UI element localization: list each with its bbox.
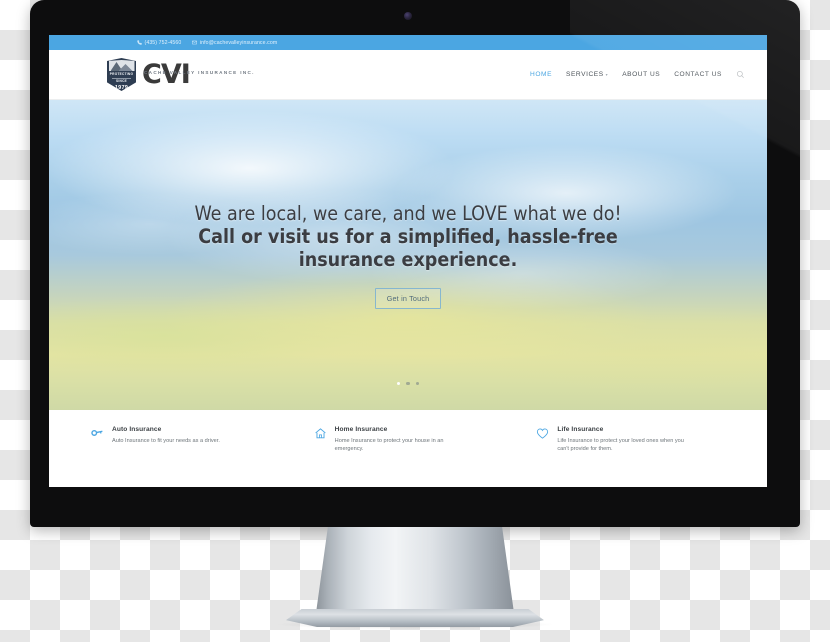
service-title-auto: Auto Insurance: [112, 426, 162, 433]
services-section: Auto Insurance Auto Insurance to fit you…: [49, 410, 767, 487]
slider-dot-2[interactable]: [406, 381, 410, 385]
service-desc-auto: Auto Insurance to fit your needs as a dr…: [112, 437, 220, 444]
get-in-touch-button[interactable]: Get in Touch: [374, 287, 442, 309]
service-card-life[interactable]: Life Insurance Life Insurance to protect…: [536, 426, 737, 487]
monitor-screen: (435) 752-4560 info@cachevalleyinsurance…: [49, 35, 767, 487]
email-link[interactable]: info@cachevalleyinsurance.com: [192, 40, 277, 46]
site-header: PROTECTING SINCE 1979 CVI CACHE VALLEY I…: [49, 50, 767, 100]
service-desc-home: Home Insurance to protect your house in …: [334, 437, 444, 453]
monitor-stand-base: [286, 609, 544, 627]
slider-dot-1[interactable]: [396, 381, 401, 385]
service-card-home[interactable]: Home Insurance Home Insurance to protect…: [314, 426, 515, 487]
monitor-frame: (435) 752-4560 info@cachevalleyinsurance…: [30, 0, 800, 527]
nav-item-home[interactable]: HOME: [530, 71, 552, 78]
logo-tagline: CACHE VALLEY INSURANCE INC.: [144, 70, 255, 75]
monitor-stand-neck: [316, 527, 514, 613]
wordmark: CVI CACHE VALLEY INSURANCE INC.: [142, 58, 253, 92]
phone-link[interactable]: (435) 752-4560: [137, 40, 181, 46]
hero-slider: We are local, we care, and we LOVE what …: [49, 100, 767, 410]
service-card-auto[interactable]: Auto Insurance Auto Insurance to fit you…: [91, 426, 292, 487]
chevron-down-icon: ▾: [605, 71, 609, 77]
hero-content: We are local, we care, and we LOVE what …: [49, 100, 767, 410]
slider-dot-3[interactable]: [415, 381, 420, 385]
heart-icon: [536, 427, 549, 440]
protecting-since-badge: PROTECTING SINCE 1979: [107, 58, 136, 91]
nav-label-contact-us: CONTACT US: [674, 71, 722, 78]
badge-divider: [112, 77, 131, 79]
service-title-home: Home Insurance: [334, 426, 388, 433]
top-contact-bar: (435) 752-4560 info@cachevalleyinsurance…: [49, 35, 767, 50]
nav-item-services[interactable]: SERVICES ▾: [566, 71, 608, 78]
badge-year-text: 1979: [114, 84, 129, 91]
hero-headline-bold: Call or visit us for a simplified, hassl…: [198, 224, 618, 271]
service-desc-life: Life Insurance to protect your loved one…: [557, 437, 684, 453]
webcam-icon: [404, 12, 412, 20]
email-address: info@cachevalleyinsurance.com: [199, 39, 278, 46]
house-icon: [314, 427, 327, 440]
nav-label-about-us: ABOUT US: [622, 71, 661, 78]
hero-headline: We are local, we care, and we LOVE what …: [193, 202, 623, 271]
nav-label-services: SERVICES: [566, 71, 604, 78]
mountain-icon: [108, 59, 135, 71]
logo-link[interactable]: PROTECTING SINCE 1979 CVI CACHE VALLEY I…: [107, 58, 253, 92]
hero-headline-light: We are local, we care, and we LOVE what …: [194, 201, 622, 225]
nav-label-home: HOME: [530, 71, 553, 78]
search-icon[interactable]: [736, 70, 745, 79]
nav-item-about-us[interactable]: ABOUT US: [622, 71, 660, 78]
key-icon: [91, 427, 104, 440]
badge-protecting-text: PROTECTING: [109, 72, 134, 77]
phone-number: (435) 752-4560: [144, 39, 182, 46]
nav-item-contact-us[interactable]: CONTACT US: [674, 71, 722, 78]
service-title-life: Life Insurance: [557, 426, 604, 433]
main-navigation: HOME SERVICES ▾ ABOUT US CONTACT US: [530, 70, 745, 79]
envelope-icon: [192, 40, 198, 45]
slider-pagination: [49, 381, 767, 385]
badge-since-text: SINCE: [116, 79, 127, 84]
phone-icon: [137, 40, 142, 45]
